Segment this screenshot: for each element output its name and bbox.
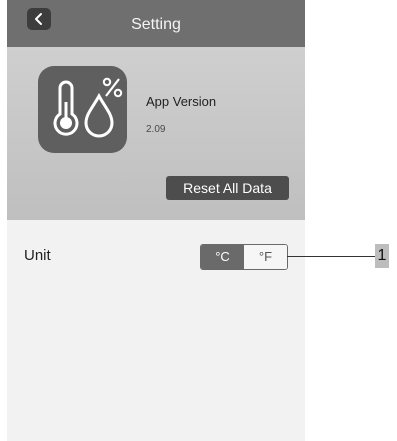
callout-leader-line: [287, 256, 375, 257]
app-version-value: 2.09: [146, 124, 166, 135]
app-icon: [38, 66, 127, 153]
unit-fahrenheit-option[interactable]: °F: [244, 245, 287, 269]
unit-label: Unit: [24, 247, 51, 264]
callout-number: 1: [375, 244, 389, 268]
page-title: Setting: [131, 16, 181, 33]
thermometer-humidity-icon: [53, 77, 123, 138]
nav-bar: Setting: [7, 0, 305, 47]
unit-celsius-option[interactable]: °C: [201, 245, 244, 269]
app-version-label: App Version: [146, 94, 217, 109]
app-info-panel: App Version 2.09 Reset All Data: [7, 47, 305, 220]
unit-toggle: °C °F: [200, 244, 288, 270]
settings-screen: Setting App Version 2.09 Reset All Data …: [7, 0, 305, 441]
reset-all-data-button[interactable]: Reset All Data: [166, 176, 289, 200]
